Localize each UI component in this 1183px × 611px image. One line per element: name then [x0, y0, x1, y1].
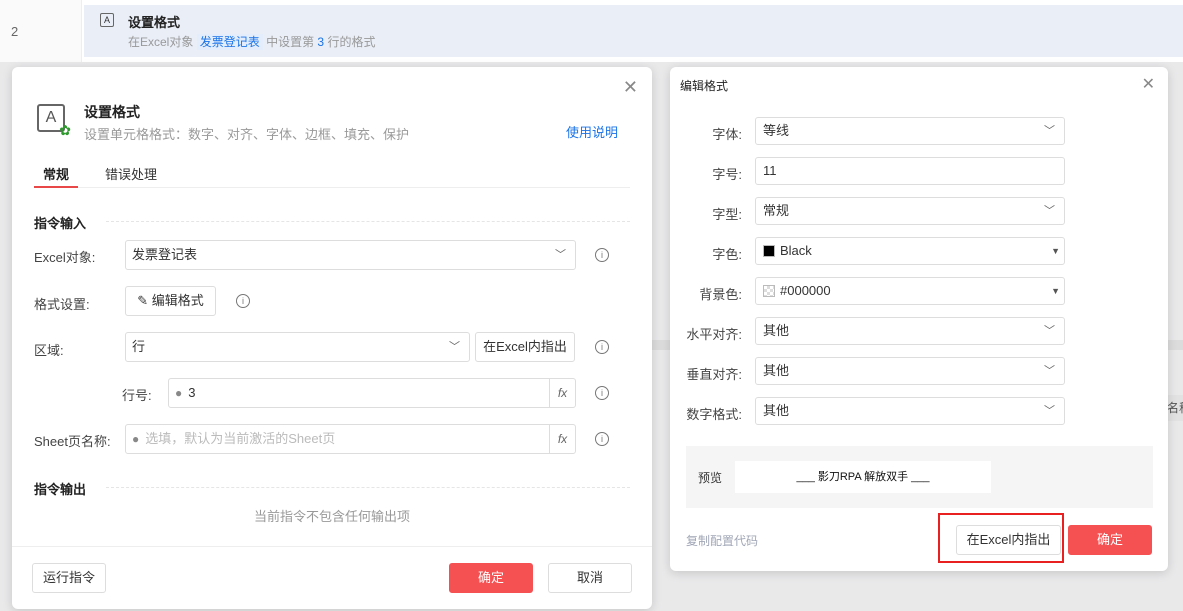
cancel-button[interactable]: 取消	[548, 563, 632, 593]
chevron-down-icon: ﹀	[449, 341, 460, 353]
python-icon: ●	[175, 386, 183, 400]
format-icon: A	[100, 13, 114, 27]
chevron-down-icon: ﹀	[555, 249, 566, 261]
row-number-value: 3	[317, 35, 325, 49]
row-number-value: 3	[188, 385, 196, 400]
region-label: 区域:	[34, 343, 64, 358]
desc-text: 在Excel对象	[128, 35, 194, 49]
field-label: 字号:	[712, 167, 742, 182]
format-field-6[interactable]: 其他 ﹀	[755, 357, 1065, 385]
field-value: 其他	[763, 363, 790, 378]
step-title: 设置格式	[128, 15, 181, 30]
edit-icon: ✎	[137, 293, 152, 308]
button-label: 编辑格式	[151, 293, 204, 308]
sheet-name-label: Sheet页名称:	[34, 434, 111, 449]
divider	[106, 487, 630, 488]
row-number-label: 行号:	[122, 388, 152, 403]
section-input-title: 指令输入	[34, 216, 87, 231]
format-field-2[interactable]: 常规 ﹀	[755, 197, 1065, 225]
tab-error-handling[interactable]: 错误处理	[105, 164, 157, 183]
info-icon[interactable]: i	[595, 248, 609, 262]
excel-object-value: 发票登记表	[132, 247, 198, 262]
close-icon[interactable]: ✕	[623, 77, 638, 98]
field-value: 11	[763, 163, 777, 178]
field-label: 字体:	[712, 127, 742, 142]
preview-panel: 预览 ___ 影刀RPA 解放双手 ___	[686, 446, 1153, 508]
info-icon[interactable]: i	[595, 432, 609, 446]
tab-bar: 常规 错误处理	[34, 162, 630, 188]
desc-text: 中设置第	[266, 35, 315, 49]
chevron-down-icon: ﹀	[1044, 325, 1055, 337]
tab-general[interactable]: 常规	[34, 164, 78, 188]
excel-object-link[interactable]: 发票登记表	[196, 34, 263, 50]
field-value: #000000	[780, 283, 831, 298]
chevron-down-icon: ▼	[1051, 246, 1060, 256]
format-field-5[interactable]: 其他 ﹀	[755, 317, 1065, 345]
copy-config-code-link[interactable]: 复制配置代码	[686, 532, 758, 549]
fx-button[interactable]: fx	[549, 425, 575, 453]
format-field-4[interactable]: #000000 ▼	[755, 277, 1065, 305]
no-output-message: 当前指令不包含任何输出项	[253, 509, 410, 524]
field-value: 常规	[763, 203, 790, 218]
field-label: 字色:	[712, 247, 742, 262]
field-label: 数字格式:	[686, 407, 742, 422]
info-icon[interactable]: i	[236, 294, 250, 308]
locate-in-excel-button[interactable]: 在Excel内指出	[475, 332, 575, 362]
preview-label: 预览	[698, 471, 723, 485]
close-icon[interactable]: ✕	[1142, 74, 1155, 94]
chevron-down-icon: ﹀	[1044, 125, 1055, 137]
format-field-0[interactable]: 等线 ﹀	[755, 117, 1065, 145]
preview-text: ___ 影刀RPA 解放双手 ___	[735, 461, 991, 493]
excel-object-select[interactable]: 发票登记表 ﹀	[125, 240, 576, 270]
field-value: 其他	[763, 403, 790, 418]
chevron-down-icon: ﹀	[1044, 205, 1055, 217]
dialog-subtitle: 设置单元格格式：数字、对齐、字体、边框、填充、保护	[84, 127, 410, 142]
help-link[interactable]: 使用说明	[566, 122, 618, 141]
chevron-down-icon: ▼	[1051, 286, 1060, 296]
field-label: 背景色:	[699, 287, 742, 302]
excel-object-label: Excel对象:	[34, 250, 96, 265]
ok-button[interactable]: 确定	[1068, 525, 1152, 555]
edit-format-button[interactable]: ✎ 编辑格式	[125, 286, 216, 316]
field-value: Black	[780, 243, 812, 258]
region-select[interactable]: 行 ﹀	[125, 332, 470, 362]
info-icon[interactable]: i	[595, 340, 609, 354]
field-label: 字型:	[712, 207, 742, 222]
footer-divider	[12, 546, 652, 547]
format-field-3[interactable]: Black ▼	[755, 237, 1065, 265]
field-label: 垂直对齐:	[686, 367, 742, 382]
format-field-1[interactable]: 11	[755, 157, 1065, 185]
column-header-partial: 名称	[1167, 395, 1183, 421]
dialog-title: 设置格式	[84, 104, 140, 120]
line-number-column: 2	[0, 0, 82, 62]
desc-text: 行的格式	[327, 35, 376, 49]
field-value: 等线	[763, 123, 790, 138]
divider	[106, 221, 630, 222]
format-field-7[interactable]: 其他 ﹀	[755, 397, 1065, 425]
set-format-dialog: ✕ A ✿ 设置格式 设置单元格格式：数字、对齐、字体、边框、填充、保护 使用说明…	[12, 67, 652, 609]
sheet-name-input[interactable]: ● 选填，默认为当前激活的Sheet页 fx	[125, 424, 576, 454]
info-icon[interactable]: i	[595, 386, 609, 400]
format-setting-label: 格式设置:	[34, 297, 90, 312]
chevron-down-icon: ﹀	[1044, 365, 1055, 377]
chevron-down-icon: ﹀	[1044, 405, 1055, 417]
run-command-button[interactable]: 运行指令	[32, 563, 106, 593]
region-value: 行	[132, 339, 146, 354]
row-number-input[interactable]: ● 3 fx	[168, 378, 576, 408]
dialog-title: 编辑格式	[680, 79, 729, 93]
highlight-box	[938, 513, 1064, 563]
field-label: 水平对齐:	[686, 327, 742, 342]
section-output-title: 指令输出	[34, 482, 87, 497]
format-cell-icon: A ✿	[37, 104, 71, 137]
ok-button[interactable]: 确定	[449, 563, 533, 593]
color-swatch	[763, 245, 775, 257]
sheet-name-placeholder: 选填，默认为当前激活的Sheet页	[145, 431, 336, 446]
python-icon: ●	[132, 432, 140, 446]
fx-button[interactable]: fx	[549, 379, 575, 407]
step-description: 在Excel对象 发票登记表 中设置第 3 行的格式	[128, 33, 375, 50]
field-value: 其他	[763, 323, 790, 338]
edit-format-dialog: 编辑格式 ✕ 字体: 等线 ﹀ 字号: 11 字型: 常规 ﹀ 字色: Black ▼ 背景色: #00…	[670, 67, 1168, 571]
color-swatch	[763, 285, 775, 297]
row-number: 2	[11, 24, 19, 39]
